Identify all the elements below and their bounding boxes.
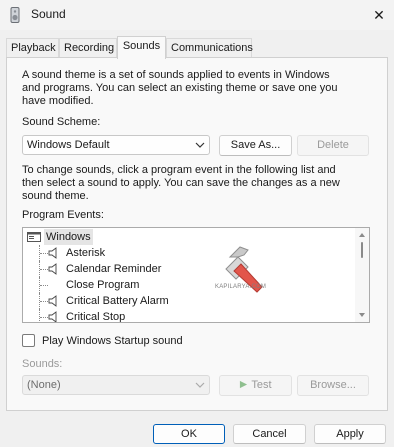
scroll-down-icon[interactable]: [358, 311, 366, 319]
list-item-windows[interactable]: Windows: [23, 229, 355, 245]
apply-button[interactable]: Apply: [314, 424, 386, 444]
sounds-dropdown[interactable]: (None): [22, 375, 210, 395]
sound-scheme-dropdown[interactable]: Windows Default: [22, 135, 210, 155]
intro-line-1: A sound theme is a set of sounds applied…: [22, 69, 330, 81]
windows-folder-icon: [27, 232, 41, 242]
play-icon: [240, 380, 248, 389]
title-bar: Sound ✕: [0, 0, 394, 30]
vertical-scrollbar[interactable]: [355, 228, 369, 322]
tab-sounds[interactable]: Sounds: [117, 36, 166, 59]
list-item[interactable]: Calendar Reminder: [23, 261, 355, 277]
scroll-up-icon[interactable]: [358, 231, 366, 239]
tab-recording[interactable]: Recording: [59, 38, 117, 58]
startup-sound-checkbox[interactable]: [22, 334, 35, 347]
change-line-1: To change sounds, click a program event …: [22, 164, 336, 176]
change-line-2: then select a sound to apply. You can sa…: [22, 177, 340, 189]
list-item[interactable]: Critical Stop: [23, 309, 355, 323]
tab-strip: Playback Recording Sounds Communications: [0, 36, 394, 59]
chevron-down-icon: [195, 382, 205, 388]
sounds-value: (None): [27, 379, 61, 391]
sounds-panel: A sound theme is a set of sounds applied…: [6, 57, 388, 411]
sounds-label: Sounds:: [22, 358, 63, 370]
tab-communications[interactable]: Communications: [166, 38, 253, 58]
save-as-button[interactable]: Save As...: [219, 135, 292, 156]
list-item[interactable]: Close Program: [23, 277, 355, 293]
window-title: Sound: [31, 7, 66, 21]
speaker-icon: [10, 7, 20, 23]
close-button[interactable]: ✕: [364, 2, 394, 28]
speaker-icon: [48, 295, 57, 307]
speaker-icon: [48, 263, 57, 275]
list-item-label: Critical Stop: [66, 311, 126, 323]
speaker-icon: [48, 311, 57, 322]
tree-connector: [39, 277, 49, 293]
list-item[interactable]: Critical Battery Alarm: [23, 293, 355, 309]
tab-playback[interactable]: Playback: [6, 38, 59, 58]
ok-button[interactable]: OK: [153, 424, 225, 444]
chevron-down-icon: [195, 142, 205, 148]
speaker-icon: [48, 247, 57, 259]
sound-scheme-value: Windows Default: [27, 139, 110, 151]
program-events-list[interactable]: Windows Asterisk Calendar Reminder Close…: [22, 227, 370, 323]
list-item-label: Calendar Reminder: [66, 263, 162, 275]
intro-line-3: have modified.: [22, 95, 94, 107]
list-item[interactable]: Asterisk: [23, 245, 355, 261]
list-item-label: Close Program: [66, 279, 140, 291]
startup-sound-label: Play Windows Startup sound: [42, 335, 183, 347]
dialog-footer: OK Cancel Apply: [0, 411, 394, 447]
list-item-label: Windows: [44, 229, 93, 245]
sound-scheme-label: Sound Scheme:: [22, 116, 101, 128]
delete-button[interactable]: Delete: [297, 135, 369, 156]
program-events-label: Program Events:: [22, 209, 104, 221]
test-label: Test: [251, 379, 272, 391]
list-item-label: Critical Battery Alarm: [66, 295, 169, 307]
cancel-button[interactable]: Cancel: [233, 424, 306, 444]
scrollbar-thumb[interactable]: [361, 242, 363, 258]
test-button[interactable]: Test: [219, 375, 292, 396]
list-item-label: Asterisk: [66, 247, 106, 259]
intro-line-2: and programs. You can select an existing…: [22, 82, 338, 94]
change-line-3: sound theme.: [22, 190, 89, 202]
browse-button[interactable]: Browse...: [297, 375, 369, 396]
watermark-text: KAPILARYA.COM: [215, 284, 267, 290]
